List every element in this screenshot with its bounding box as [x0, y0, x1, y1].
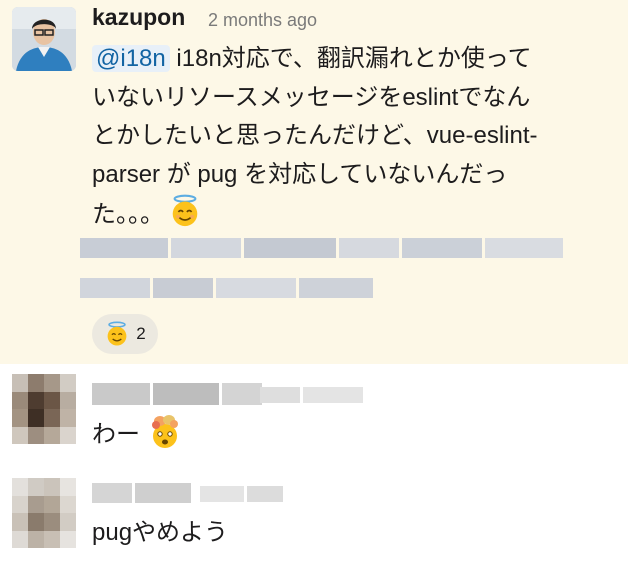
blurred-timestamp — [260, 387, 363, 403]
reaction-count: 2 — [136, 324, 146, 343]
message-line: @i18n i18n対応で、翻訳漏れとか使って — [92, 40, 620, 79]
message-line: た。。。 — [92, 194, 620, 235]
message-line-text: た。。。 — [92, 201, 164, 228]
message-line-text: i18n対応で、翻訳漏れとか使って — [169, 45, 532, 72]
exploding-head-emoji-icon — [151, 415, 178, 448]
message-timestamp[interactable]: 2 months ago — [208, 10, 317, 31]
message-line: いないリソースメッセージをeslintでなん — [92, 83, 531, 111]
reply-avatar[interactable] — [12, 374, 76, 444]
message-line: parser が pug を対応していないんだっ — [92, 160, 508, 188]
reply-message: pugやめよう — [92, 519, 229, 546]
message-body: @i18n i18n対応で、翻訳漏れとか使って いないリソースメッセージをesl… — [92, 40, 620, 235]
blurred-timestamp — [200, 486, 283, 502]
reply-avatar[interactable] — [12, 478, 76, 548]
author-name[interactable]: kazupon — [92, 4, 185, 31]
reply-message: わー — [92, 414, 183, 450]
author-avatar[interactable] — [12, 7, 76, 71]
innocent-face-icon — [107, 321, 127, 346]
blurred-attachment-line — [80, 238, 563, 258]
innocent-face-emoji-icon — [172, 194, 198, 227]
person-avatar-icon — [12, 7, 76, 71]
message-line: とかしたいと思ったんだけど、vue-eslint- — [92, 122, 538, 149]
blurred-username — [92, 383, 262, 405]
blurred-attachment-line — [80, 278, 373, 298]
reaction-pill[interactable]: 2 — [92, 314, 158, 354]
mention-link[interactable]: @i18n — [92, 45, 170, 72]
reply-text: わー — [92, 421, 140, 448]
blurred-username — [92, 483, 191, 503]
